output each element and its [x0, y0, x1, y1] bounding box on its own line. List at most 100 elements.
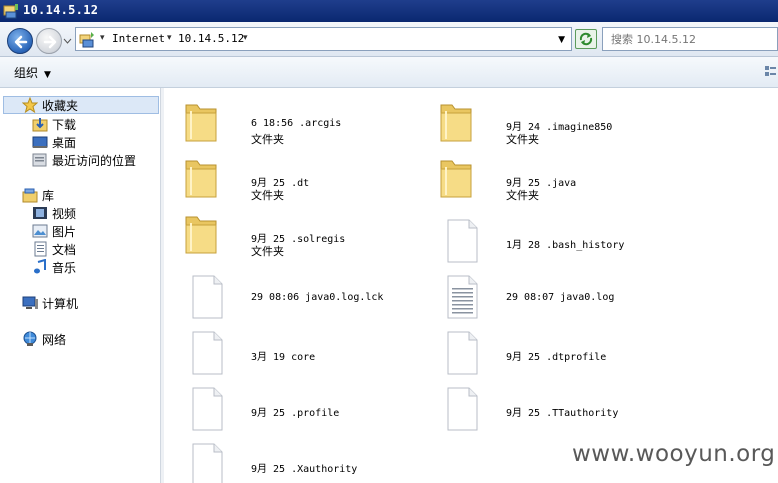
nav-libraries[interactable]: 库 — [22, 186, 54, 204]
command-bar: 组织 ▼ — [0, 57, 778, 88]
folder-icon — [438, 99, 474, 143]
file-item[interactable]: 9月 25 .profile — [183, 379, 423, 431]
file-icon — [444, 331, 480, 375]
nav-item-downloads[interactable]: 下载 — [32, 115, 76, 133]
file-name: 3月 19 core — [251, 352, 316, 363]
organize-button[interactable]: 组织 ▼ — [14, 64, 51, 81]
refresh-icon — [579, 32, 593, 46]
nav-item-label: 桌面 — [52, 135, 77, 150]
folder-icon — [438, 155, 474, 199]
nav-item-desktop[interactable]: 桌面 — [32, 133, 76, 151]
music-icon — [32, 258, 48, 275]
history-dropdown-icon[interactable] — [63, 37, 72, 45]
file-icon — [444, 219, 480, 263]
file-name: 1月 28 .bash_history — [506, 240, 625, 251]
forward-button[interactable] — [36, 28, 62, 54]
nav-network-label: 网络 — [42, 332, 67, 347]
crumb-separator-icon[interactable]: ▾ — [100, 33, 105, 43]
file-name: 6 18:56 .arcgis — [251, 118, 342, 129]
window-title: 10.14.5.12 — [23, 3, 99, 17]
folder-icon — [183, 99, 219, 143]
nav-network[interactable]: 网络 — [22, 330, 66, 348]
chevron-down-icon: ▼ — [44, 70, 51, 80]
back-arrow-icon — [14, 35, 28, 49]
address-row: ▾ Internet ▾ 10.14.5.12 ▾ ▼ — [0, 22, 778, 57]
file-icon — [444, 387, 480, 431]
file-item[interactable]: 9月 25 .TTauthority — [438, 379, 678, 431]
file-name: 9月 25 .profile — [251, 408, 340, 419]
file-icon — [189, 275, 225, 319]
network-icon — [22, 331, 38, 347]
file-icon — [189, 443, 225, 483]
file-item[interactable]: 29 08:06 java0.log.lck — [183, 267, 423, 319]
pane-splitter[interactable] — [161, 88, 164, 483]
recent-places-icon — [32, 152, 48, 168]
pictures-icon — [32, 223, 48, 239]
video-icon — [32, 205, 48, 221]
nav-item-music[interactable]: 音乐 — [32, 258, 76, 276]
file-item[interactable]: 29 08:07 java0.log — [438, 267, 678, 319]
nav-item-videos[interactable]: 视频 — [32, 204, 76, 222]
file-item[interactable]: 9月 25 .Xauthority — [183, 435, 423, 483]
file-item[interactable]: 3月 19 core — [183, 323, 423, 375]
nav-item-label: 下载 — [52, 117, 77, 132]
star-icon — [21, 96, 39, 114]
search-box[interactable] — [602, 27, 778, 51]
nav-favorites[interactable]: 收藏夹 — [3, 96, 159, 114]
nav-item-label: 图片 — [52, 224, 77, 239]
folder-item[interactable]: 9月 25 .dt 文件夹 — [183, 155, 423, 205]
file-name: 29 08:06 java0.log.lck — [251, 292, 384, 303]
refresh-button[interactable] — [575, 29, 597, 49]
back-button[interactable] — [7, 28, 33, 54]
file-item[interactable]: 1月 28 .bash_history — [438, 211, 678, 263]
breadcrumb-host[interactable]: 10.14.5.12 — [178, 32, 244, 45]
nav-item-label: 最近访问的位置 — [52, 153, 137, 168]
file-type: 文件夹 — [251, 189, 284, 202]
file-type: 文件夹 — [251, 133, 284, 146]
nav-favorites-label: 收藏夹 — [42, 98, 79, 113]
nav-item-recent-places[interactable]: 最近访问的位置 — [32, 151, 136, 169]
nav-libraries-label: 库 — [42, 188, 55, 203]
folder-item[interactable]: 6 18:56 .arcgis 文件夹 — [183, 99, 423, 149]
text-file-icon — [444, 275, 480, 319]
network-location-icon — [79, 32, 94, 48]
desktop-icon — [32, 134, 48, 150]
forward-arrow-icon — [43, 35, 57, 49]
nav-item-label: 音乐 — [52, 260, 77, 275]
folder-icon — [183, 211, 219, 255]
address-dropdown-icon[interactable]: ▼ — [558, 35, 565, 45]
crumb-separator-icon[interactable]: ▾ — [167, 33, 172, 43]
file-type: 文件夹 — [506, 189, 539, 202]
nav-item-documents[interactable]: 文档 — [32, 240, 76, 258]
nav-item-label: 视频 — [52, 206, 77, 221]
nav-item-pictures[interactable]: 图片 — [32, 222, 76, 240]
nav-computer-label: 计算机 — [42, 296, 79, 311]
file-icon — [189, 331, 225, 375]
file-list: 6 18:56 .arcgis 文件夹 9月 24 .imagine850 文件夹 9月… — [165, 88, 778, 483]
file-name: 9月 25 .TTauthority — [506, 408, 619, 419]
file-type: 文件夹 — [506, 133, 539, 146]
file-name: 9月 25 .Xauthority — [251, 464, 358, 475]
documents-icon — [32, 241, 48, 257]
search-input[interactable] — [611, 31, 776, 47]
address-bar[interactable]: ▾ Internet ▾ 10.14.5.12 ▾ ▼ — [75, 27, 572, 51]
folder-item[interactable]: 9月 24 .imagine850 文件夹 — [438, 99, 678, 149]
navigation-pane: 收藏夹 下载 桌面 最近访问的位置 库 视频 图片 文档 音乐 计算机 网络 — [0, 88, 164, 483]
downloads-icon — [32, 116, 48, 132]
computer-icon — [22, 295, 38, 311]
watermark: www.wooyun.org — [572, 441, 776, 467]
organize-label: 组织 — [14, 66, 39, 80]
nav-item-label: 文档 — [52, 242, 77, 257]
folder-item[interactable]: 9月 25 .solregis 文件夹 — [183, 211, 423, 261]
crumb-separator-icon[interactable]: ▾ — [243, 33, 248, 43]
nav-computer[interactable]: 计算机 — [22, 294, 78, 312]
file-item[interactable]: 9月 25 .dtprofile — [438, 323, 678, 375]
view-options-icon[interactable] — [764, 65, 776, 79]
file-name: 29 08:07 java0.log — [506, 292, 615, 303]
breadcrumb-internet[interactable]: Internet — [112, 32, 165, 45]
library-icon — [22, 187, 38, 203]
folder-item[interactable]: 9月 25 .java 文件夹 — [438, 155, 678, 205]
title-bar: 10.14.5.12 — [0, 0, 778, 22]
file-type: 文件夹 — [251, 245, 284, 258]
file-name: 9月 25 .dtprofile — [506, 352, 607, 363]
